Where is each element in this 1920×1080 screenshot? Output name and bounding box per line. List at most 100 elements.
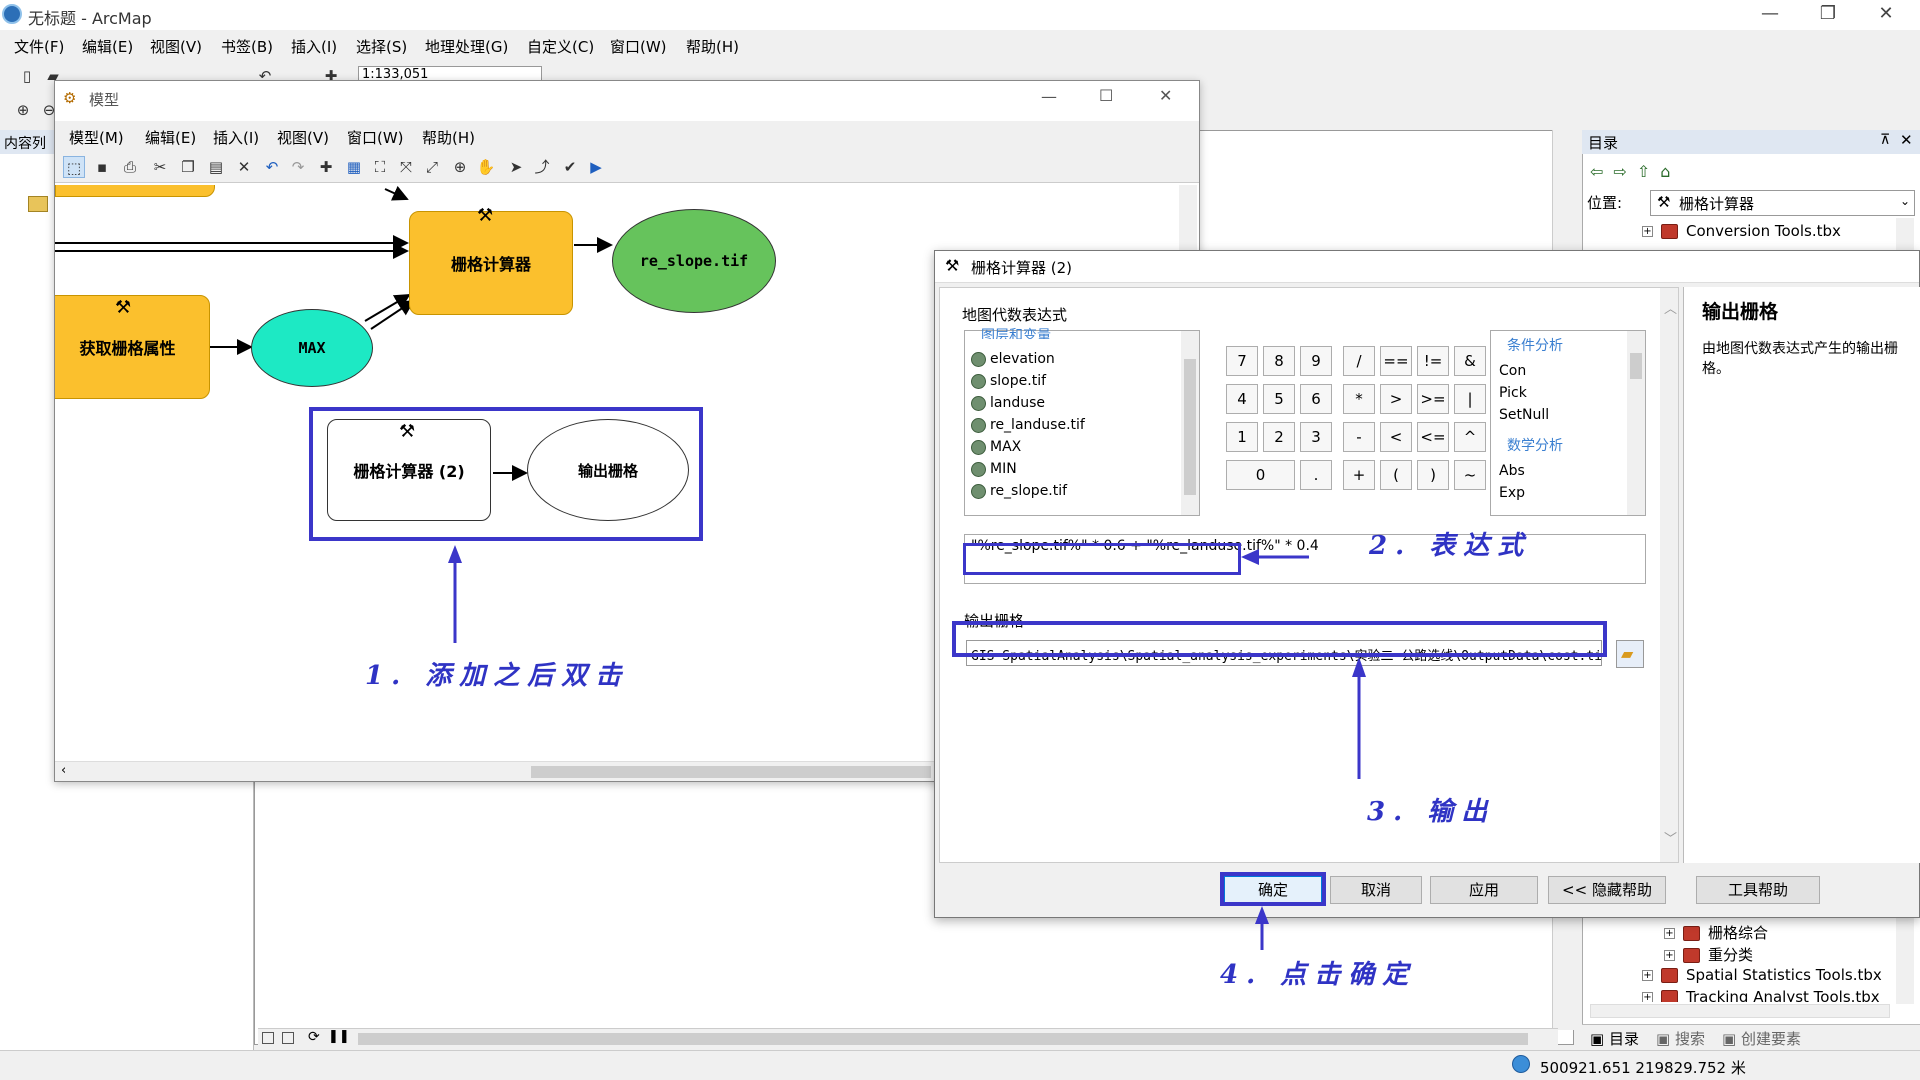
list-item[interactable]: SetNull [1499,407,1549,423]
calc-button-less[interactable]: < [1380,422,1412,452]
calc-button-open-paren[interactable]: ( [1380,460,1412,490]
model-close-icon[interactable]: ✕ [1159,86,1172,105]
fixed-zoom-icon[interactable]: ⤧ [395,156,417,178]
save-icon[interactable]: ▪ [91,156,113,178]
pointer-icon[interactable]: ➤ [505,156,527,178]
menu-bookmarks[interactable]: 书签(B) [221,36,273,57]
calc-button-less-equal[interactable]: <= [1417,422,1449,452]
up-folder-icon[interactable]: ⇧ [1637,162,1660,181]
calc-button-divide[interactable]: / [1343,346,1375,376]
validate-icon[interactable]: ✔ [559,156,581,178]
new-document-icon[interactable]: ▯ [16,65,38,87]
chevron-down-icon[interactable]: ⌄ [1900,194,1910,208]
expand-icon[interactable]: + [1664,950,1675,961]
cut-icon[interactable]: ✂ [149,156,171,178]
calc-button-and[interactable]: & [1454,346,1486,376]
layer-list-scrollbar[interactable] [1181,331,1199,515]
catalog-close-icon[interactable]: ✕ [1900,131,1913,149]
calc-button-greater[interactable]: > [1380,384,1412,414]
calc-button-greater-equal[interactable]: >= [1417,384,1449,414]
location-dropdown[interactable]: ⚒ 栅格计算器 ⌄ [1650,190,1915,216]
tool-help-button[interactable]: 工具帮助 [1696,876,1820,904]
tab-catalog[interactable]: ▣ 目录 [1590,1028,1639,1049]
print-icon[interactable]: ⎙ [119,156,141,178]
calc-button-8[interactable]: 8 [1263,346,1295,376]
copy-icon[interactable]: ❐ [177,156,199,178]
calc-button-xor[interactable]: ^ [1454,422,1486,452]
menu-view[interactable]: 视图(V) [150,36,202,57]
menu-selection[interactable]: 选择(S) [356,36,407,57]
calc-button-2[interactable]: 2 [1263,422,1295,452]
model-menu-insert[interactable]: 插入(I) [213,127,259,148]
calc-button-plus[interactable]: + [1343,460,1375,490]
auto-layout-icon[interactable]: ▦ [343,156,365,178]
expand-icon[interactable]: + [1664,928,1675,939]
scroll-left-icon[interactable]: ‹ [61,763,66,778]
browse-folder-button[interactable]: ▰ [1616,640,1644,668]
tree-item-reclass[interactable]: + 重分类 [1664,944,1753,965]
menu-file[interactable]: 文件(F) [14,36,64,57]
calc-button-not-equal[interactable]: != [1417,346,1449,376]
rc-params-scrollbar[interactable]: ︿ ﹀ [1660,288,1678,862]
menu-insert[interactable]: 插入(I) [291,36,337,57]
cancel-button[interactable]: 取消 [1330,876,1422,904]
back-icon[interactable]: ⇦ [1590,162,1613,181]
undo-icon[interactable]: ↶ [261,156,283,178]
map-horizontal-scrollbar[interactable]: ⟳ ❚❚ [258,1028,1558,1048]
map-hscroll-thumb[interactable] [358,1033,1528,1045]
forward-icon[interactable]: ⇨ [1613,162,1636,181]
pause-icon[interactable]: ❚❚ [328,1029,350,1044]
catalog-horizontal-scrollbar[interactable] [1590,1004,1890,1018]
tree-item-tracking-analyst[interactable]: + Tracking Analyst Tools.tbx [1642,988,1880,1002]
tree-item-raster-generalization[interactable]: + 栅格综合 [1664,922,1768,943]
model-node-get-raster-properties[interactable]: 获取栅格属性 [55,295,210,399]
menu-window[interactable]: 窗口(W) [610,36,667,57]
tab-search[interactable]: ▣ 搜索 [1656,1028,1705,1049]
list-item[interactable]: re_slope.tif [971,483,1067,499]
calc-button-0[interactable]: 0 [1226,460,1295,490]
calc-button-not[interactable]: ~ [1454,460,1486,490]
list-item[interactable]: MAX [971,439,1021,455]
expand-icon[interactable]: + [1642,970,1653,981]
list-item[interactable]: Exp [1499,485,1525,501]
list-item[interactable]: slope.tif [971,373,1046,389]
run-icon[interactable]: ▶ [585,156,607,178]
calc-button-equal[interactable]: == [1380,346,1412,376]
model-node-max[interactable]: MAX [251,309,373,387]
menu-customize[interactable]: 自定义(C) [527,36,594,57]
model-menu-edit[interactable]: 编辑(E) [145,127,196,148]
model-node-partial[interactable] [55,185,215,197]
tree-item-spatial-statistics[interactable]: + Spatial Statistics Tools.tbx [1642,966,1882,984]
list-item[interactable]: MIN [971,461,1017,477]
home-icon[interactable]: ⌂ [1660,162,1680,181]
refresh-icon[interactable]: ⟳ [308,1029,320,1045]
apply-button[interactable]: 应用 [1430,876,1538,904]
calc-button-5[interactable]: 5 [1263,384,1295,414]
close-icon[interactable]: ✕ [1858,0,1914,30]
menu-geoprocessing[interactable]: 地理处理(G) [425,36,508,57]
pin-icon[interactable]: ⊼ [1880,132,1890,148]
connect-icon[interactable]: ⤴ [531,156,553,178]
functions-scroll-thumb[interactable] [1630,353,1642,379]
layers-and-variables-list[interactable]: 图层和变量 elevation slope.tif landuse re_lan… [964,328,1200,516]
calc-button-9[interactable]: 9 [1300,346,1332,376]
model-minimize-icon[interactable]: — [1041,87,1057,106]
functions-scrollbar[interactable] [1627,331,1645,515]
calc-button-or[interactable]: | [1454,384,1486,414]
model-node-re-slope[interactable]: re_slope.tif [612,209,776,313]
list-item[interactable]: re_landuse.tif [971,417,1085,433]
zoom-in-icon[interactable]: ⊕ [12,99,34,121]
zoom-extent-icon[interactable]: ⤢ [421,156,443,178]
layer-list-scroll-thumb[interactable] [1184,359,1196,495]
data-view-icon[interactable] [282,1032,294,1044]
pan-icon[interactable]: ✋ [475,156,497,178]
add-data-icon[interactable]: ✚ [315,156,337,178]
list-item[interactable]: Con [1499,363,1526,379]
model-menu-help[interactable]: 帮助(H) [422,127,475,148]
model-maximize-icon[interactable]: ☐ [1099,86,1113,105]
menu-edit[interactable]: 编辑(E) [82,36,133,57]
calc-button-6[interactable]: 6 [1300,384,1332,414]
calc-button-decimal[interactable]: . [1300,460,1332,490]
model-hscroll-thumb[interactable] [531,766,931,778]
model-menu-view[interactable]: 视图(V) [277,127,329,148]
